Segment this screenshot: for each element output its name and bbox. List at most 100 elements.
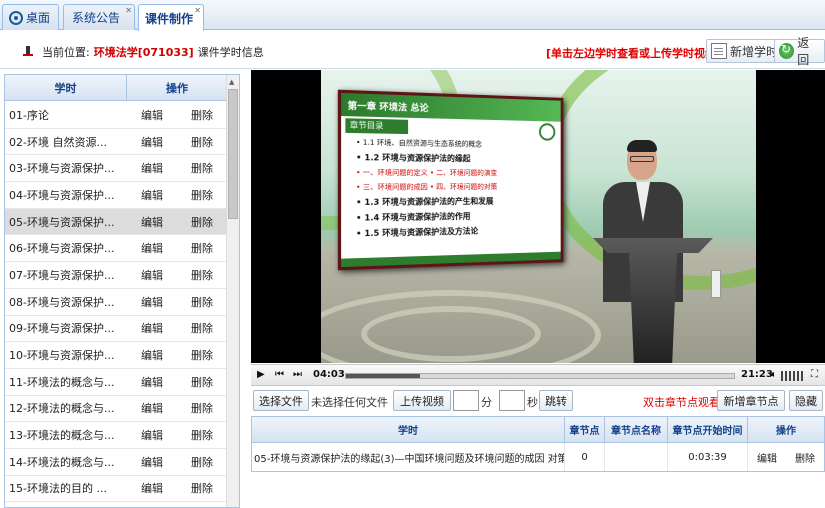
table-row[interactable]: 15-环境法的目的 ... 编辑 删除 [5, 476, 227, 503]
tab-desktop[interactable]: 桌面 [2, 4, 59, 30]
edit-link[interactable]: 编辑 [141, 320, 163, 336]
tab-announcements[interactable]: 系统公告 ✕ [63, 4, 135, 30]
table-row[interactable]: 09-环境与资源保护... 编辑 删除 [5, 316, 227, 343]
edit-link[interactable]: 编辑 [141, 187, 163, 203]
seconds-input[interactable] [499, 390, 525, 411]
delete-link[interactable]: 删除 [191, 454, 213, 470]
delete-link[interactable]: 删除 [191, 294, 213, 310]
table-row[interactable]: 01-序论 编辑 删除 [5, 102, 227, 129]
lesson-scrollbar[interactable]: ▲ [226, 75, 239, 507]
slide-line: • 1.5 环境与资源保护法及方法论 [356, 226, 479, 239]
table-row[interactable]: 05-环境与资源保护... 编辑 删除 [5, 208, 227, 236]
delete-link[interactable]: 删除 [191, 134, 213, 150]
hide-button[interactable]: 隐藏 [789, 390, 823, 411]
edit-link[interactable]: 编辑 [141, 107, 163, 123]
edit-link[interactable]: 编辑 [141, 480, 163, 496]
column-header-hour: 学时 [5, 75, 127, 100]
row-actions: 编辑 删除 [127, 320, 227, 336]
delete-link[interactable]: 删除 [191, 320, 213, 336]
delete-link[interactable]: 删除 [795, 450, 815, 465]
skip-back-icon[interactable]: ⏮ [275, 369, 284, 380]
table-row[interactable]: 13-环境法的概念与... 编辑 删除 [5, 422, 227, 449]
edit-link[interactable]: 编辑 [141, 214, 163, 230]
delete-link[interactable]: 删除 [191, 267, 213, 283]
cell-start-time: 0:03:39 [668, 443, 748, 471]
lesson-name: 08-环境与资源保护... [9, 295, 115, 309]
tab-close-icon[interactable]: ✕ [125, 7, 132, 15]
column-header-action: 操作 [166, 81, 188, 95]
chapter-table-header: 学时 章节点 章节点名称 章节点开始时间 操作 [252, 417, 824, 443]
edit-link[interactable]: 编辑 [141, 134, 163, 150]
table-row[interactable]: 04-环境与资源保护... 编辑 删除 [5, 182, 227, 209]
add-chapter-point-button[interactable]: 新增章节点 [717, 390, 785, 411]
edit-link[interactable]: 编辑 [141, 160, 163, 176]
delete-link[interactable]: 删除 [191, 187, 213, 203]
stage-light [711, 270, 721, 298]
minutes-input[interactable] [453, 390, 479, 411]
delete-link[interactable]: 删除 [191, 427, 213, 443]
table-row[interactable]: 11-环境法的概念与... 编辑 删除 [5, 369, 227, 396]
delete-link[interactable]: 删除 [191, 374, 213, 390]
fullscreen-icon[interactable]: ⛶ [811, 369, 818, 380]
lesson-name: 03-环境与资源保护... [9, 162, 115, 176]
play-icon[interactable]: ▶ [257, 369, 265, 380]
scroll-up-icon[interactable]: ▲ [229, 78, 234, 86]
table-row[interactable]: 05-环境与资源保护法的缘起(3)—中国环境问题及环境问题的成因 对策 0 0:… [252, 443, 824, 471]
jump-button[interactable]: 跳转 [539, 390, 573, 411]
edit-link[interactable]: 编辑 [141, 400, 163, 416]
edit-link[interactable]: 编辑 [141, 427, 163, 443]
slide-line: • 一、环境问题的定义 • 二、环境问题的演变 [356, 168, 498, 178]
lesson-name: 12-环境法的概念与... [9, 402, 115, 416]
table-row[interactable]: 03-环境与资源保护... 编辑 删除 [5, 155, 227, 183]
upload-video-button[interactable]: 上传视频 [393, 390, 451, 411]
delete-link[interactable]: 删除 [191, 400, 213, 416]
delete-link[interactable]: 删除 [191, 107, 213, 123]
edit-link[interactable]: 编辑 [141, 454, 163, 470]
table-row[interactable]: 06-环境与资源保护... 编辑 删除 [5, 235, 227, 263]
table-row[interactable]: 14-环境法的概念与... 编辑 删除 [5, 449, 227, 476]
lesson-name: 06-环境与资源保护... [9, 242, 115, 256]
delete-link[interactable]: 删除 [191, 347, 213, 363]
delete-link[interactable]: 删除 [191, 240, 213, 256]
add-hour-button[interactable]: 新增学时 [706, 39, 784, 63]
edit-link[interactable]: 编辑 [141, 267, 163, 283]
tab-close-icon[interactable]: ✕ [194, 7, 201, 15]
row-actions: 编辑 删除 [127, 134, 227, 150]
table-row[interactable]: 08-环境与资源保护... 编辑 删除 [5, 289, 227, 316]
edit-link[interactable]: 编辑 [141, 294, 163, 310]
edit-link[interactable]: 编辑 [757, 450, 777, 465]
table-row[interactable]: 07-环境与资源保护... 编辑 删除 [5, 262, 227, 289]
skip-forward-icon[interactable]: ⏭ [293, 369, 302, 380]
row-actions: 编辑 删除 [127, 427, 227, 443]
tab-courseware[interactable]: 课件制作 ✕ [138, 4, 204, 31]
lesson-name: 13-环境法的概念与... [9, 429, 115, 443]
seek-bar[interactable] [345, 373, 735, 379]
row-actions: 编辑 删除 [127, 374, 227, 390]
choose-file-button[interactable]: 选择文件 [253, 390, 309, 411]
video-player[interactable]: 第一章 环境法 总论 章节目录 • 1.1 环境、自然资源与生态系统的概念 • … [251, 70, 825, 363]
edit-link[interactable]: 编辑 [141, 240, 163, 256]
volume-slider[interactable] [781, 371, 805, 381]
slide-line: • 1.3 环境与资源保护法的产生和发展 [356, 196, 494, 208]
cell-hour: 05-环境与资源保护法的缘起(3)—中国环境问题及环境问题的成因 对策 [252, 443, 565, 471]
seconds-unit: 秒 [527, 396, 538, 409]
volume-icon[interactable]: ◂ [769, 369, 774, 380]
column-header-hour: 学时 [252, 417, 565, 442]
cell-point: 0 [565, 443, 605, 471]
lesson-name: 09-环境与资源保护... [9, 322, 115, 336]
table-row[interactable]: 10-环境与资源保护... 编辑 删除 [5, 342, 227, 369]
delete-link[interactable]: 删除 [191, 214, 213, 230]
slide-line: • 三、环境问题的成因 • 四、环境问题的对策 [356, 182, 498, 192]
edit-link[interactable]: 编辑 [141, 347, 163, 363]
breadcrumb: 当前位置: 环境法学[071033] 课件学时信息 [22, 44, 264, 60]
minutes-unit: 分 [481, 396, 492, 409]
back-button[interactable]: 返回 [774, 36, 825, 67]
table-row[interactable]: 02-环境 自然资源... 编辑 删除 [5, 129, 227, 156]
scroll-thumb[interactable] [228, 89, 238, 219]
delete-link[interactable]: 删除 [191, 480, 213, 496]
edit-link[interactable]: 编辑 [141, 374, 163, 390]
table-row[interactable]: 12-环境法的概念与... 编辑 删除 [5, 396, 227, 423]
delete-link[interactable]: 删除 [191, 160, 213, 176]
slide-line: • 1.1 环境、自然资源与生态系统的概念 [356, 138, 482, 149]
player-controls: ▶ ⏮ ⏭ 04:03 21:23 ◂ ⛶ [251, 364, 825, 386]
